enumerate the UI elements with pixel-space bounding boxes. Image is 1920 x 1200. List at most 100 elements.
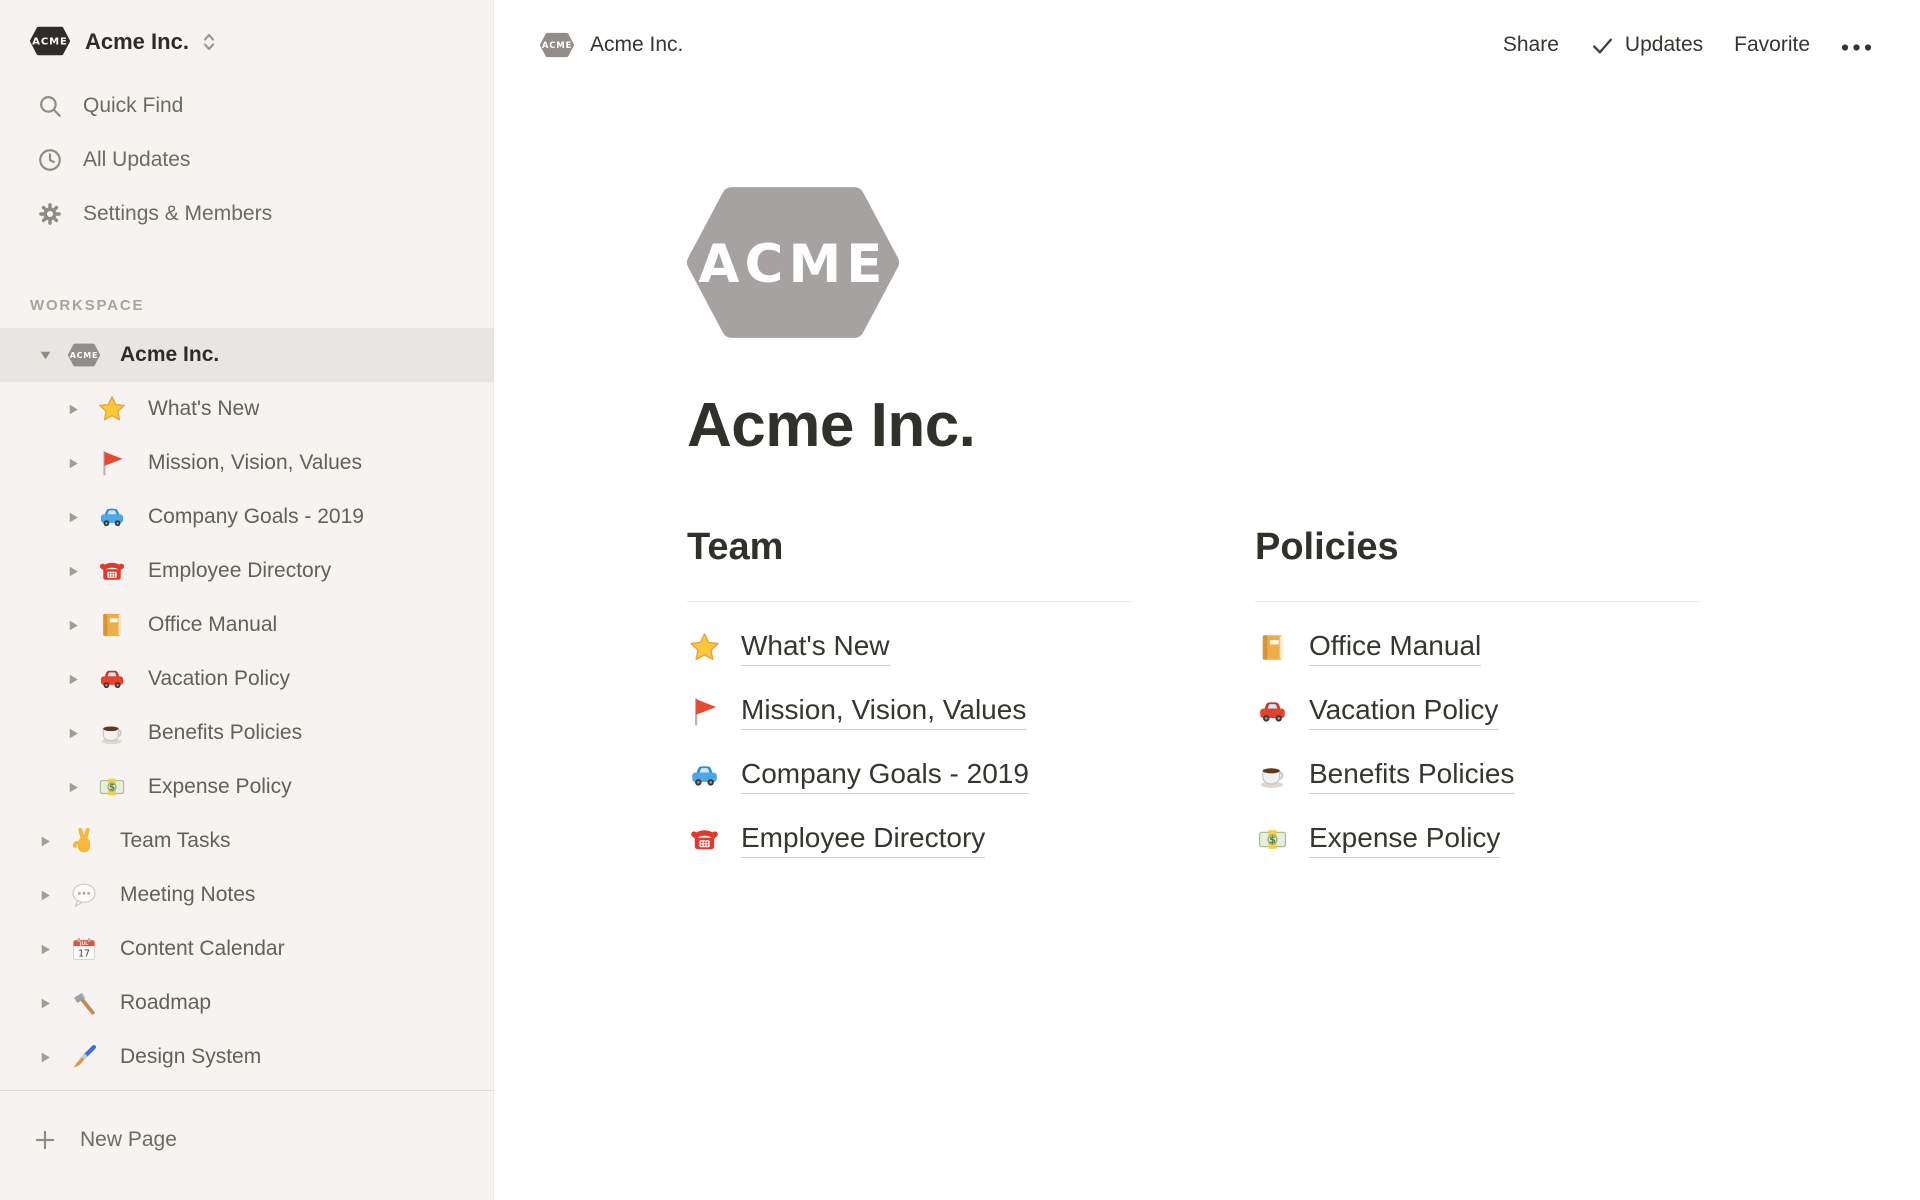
share-button[interactable]: Share (1503, 33, 1559, 57)
expand-toggle-icon[interactable] (36, 835, 54, 848)
svg-text:ACME: ACME (698, 234, 887, 295)
page-link-label: What's New (741, 629, 890, 667)
page-link-label: Office Manual (1309, 629, 1481, 667)
page-link-label: Mission, Vision, Values (741, 693, 1026, 731)
page-link[interactable]: Benefits Policies (1255, 744, 1701, 808)
expand-toggle-icon[interactable] (36, 889, 54, 902)
expand-toggle-icon[interactable] (36, 943, 54, 956)
page-link-label: Employee Directory (741, 821, 985, 859)
sidebar: ACME Acme Inc. Quick Find All Updates Se… (0, 0, 494, 1200)
page-link[interactable]: $ Expense Policy (1255, 808, 1701, 872)
page-icon (687, 823, 721, 857)
page-icon (1255, 631, 1289, 665)
main-area: ACME Acme Inc. Share Updates Favorite AC… (494, 0, 1920, 1200)
column-heading: Policies (1255, 525, 1701, 571)
chevron-up-down-icon (201, 31, 217, 53)
tree-item-label: Vacation Policy (148, 667, 290, 691)
tree-item[interactable]: Design System (0, 1030, 494, 1084)
page-link-label: Expense Policy (1309, 821, 1500, 859)
tree-item-label: Expense Policy (148, 775, 292, 799)
column-divider (687, 601, 1133, 602)
workspace-switcher[interactable]: ACME Acme Inc. (0, 0, 494, 57)
tree-item[interactable]: JUL17 Content Calendar (0, 922, 494, 976)
tree-item[interactable]: Company Goals - 2019 (0, 490, 494, 544)
tree-item[interactable]: $ Expense Policy (0, 760, 494, 814)
svg-text:JUL: JUL (79, 941, 88, 947)
favorite-button[interactable]: Favorite (1734, 33, 1810, 57)
expand-toggle-icon[interactable] (64, 781, 82, 794)
updates-label: Updates (1625, 33, 1703, 57)
ellipsis-icon (1841, 33, 1872, 57)
tree-item-label: Meeting Notes (120, 883, 255, 907)
page-link[interactable]: Employee Directory (687, 808, 1133, 872)
page-icon: $ (1255, 823, 1289, 857)
new-page-button[interactable]: New Page (0, 1113, 494, 1167)
svg-text:ACME: ACME (32, 37, 68, 48)
sidebar-menu: Quick Find All Updates Settings & Member… (0, 79, 494, 241)
page-icon (1255, 759, 1289, 793)
tree-item[interactable]: ACME Acme Inc. (0, 328, 494, 382)
tree-item-label: Benefits Policies (148, 721, 302, 745)
page-cover-logo[interactable]: ACME (687, 183, 899, 342)
page-icon (687, 695, 721, 729)
expand-toggle-icon[interactable] (36, 350, 54, 361)
menu-item-label: Quick Find (83, 94, 183, 118)
page-icon (96, 447, 128, 479)
page-column: Team What's New Mission, Vision, Values (687, 525, 1133, 872)
column-heading: Team (687, 525, 1133, 571)
link-list: Office Manual Vacation Policy Benefits P… (1255, 616, 1701, 872)
workspace-section-label: WORKSPACE (30, 297, 494, 314)
tree-item[interactable]: Benefits Policies (0, 706, 494, 760)
svg-text:ACME: ACME (542, 41, 572, 51)
tree-item-label: Design System (120, 1045, 261, 1069)
tree-item[interactable]: Roadmap (0, 976, 494, 1030)
tree-item[interactable]: Meeting Notes (0, 868, 494, 922)
expand-toggle-icon[interactable] (36, 1051, 54, 1064)
menu-icon (37, 201, 63, 227)
updates-button[interactable]: Updates (1590, 33, 1703, 58)
breadcrumb[interactable]: ACME Acme Inc. (540, 32, 683, 58)
expand-toggle-icon[interactable] (64, 511, 82, 524)
page-icon: $ (96, 771, 128, 803)
page-link[interactable]: What's New (687, 616, 1133, 680)
page-icon (68, 1041, 100, 1073)
page-link[interactable]: Vacation Policy (1255, 680, 1701, 744)
tree-item[interactable]: Office Manual (0, 598, 494, 652)
expand-toggle-icon[interactable] (64, 673, 82, 686)
tree-item[interactable]: What's New (0, 382, 494, 436)
tree-item-label: Acme Inc. (120, 343, 219, 367)
page-columns: Team What's New Mission, Vision, Values (687, 525, 1920, 872)
sidebar-menu-item[interactable]: Quick Find (0, 79, 494, 133)
breadcrumb-label: Acme Inc. (590, 33, 683, 57)
svg-text:17: 17 (78, 948, 90, 959)
expand-toggle-icon[interactable] (64, 565, 82, 578)
tree-item[interactable]: Employee Directory (0, 544, 494, 598)
tree-item[interactable]: Team Tasks (0, 814, 494, 868)
page-icon (68, 879, 100, 911)
expand-toggle-icon[interactable] (64, 403, 82, 416)
svg-text:$: $ (109, 783, 115, 793)
page-link[interactable]: Office Manual (1255, 616, 1701, 680)
expand-toggle-icon[interactable] (64, 727, 82, 740)
tree-item[interactable]: Mission, Vision, Values (0, 436, 494, 490)
page-title[interactable]: Acme Inc. (687, 390, 1920, 461)
page-icon (96, 663, 128, 695)
breadcrumb-page-icon: ACME (540, 32, 574, 58)
menu-icon (37, 93, 63, 119)
page-link[interactable]: Mission, Vision, Values (687, 680, 1133, 744)
workspace-name: Acme Inc. (85, 29, 189, 55)
page-icon (96, 555, 128, 587)
sidebar-menu-item[interactable]: All Updates (0, 133, 494, 187)
page-icon (96, 501, 128, 533)
expand-toggle-icon[interactable] (36, 997, 54, 1010)
more-options-button[interactable] (1841, 29, 1872, 61)
page-icon: JUL17 (68, 933, 100, 965)
menu-item-label: Settings & Members (83, 202, 272, 226)
sidebar-menu-item[interactable]: Settings & Members (0, 187, 494, 241)
page-link[interactable]: Company Goals - 2019 (687, 744, 1133, 808)
tree-item[interactable]: Vacation Policy (0, 652, 494, 706)
page-link-label: Benefits Policies (1309, 757, 1514, 795)
expand-toggle-icon[interactable] (64, 619, 82, 632)
menu-item-label: All Updates (83, 148, 190, 172)
expand-toggle-icon[interactable] (64, 457, 82, 470)
